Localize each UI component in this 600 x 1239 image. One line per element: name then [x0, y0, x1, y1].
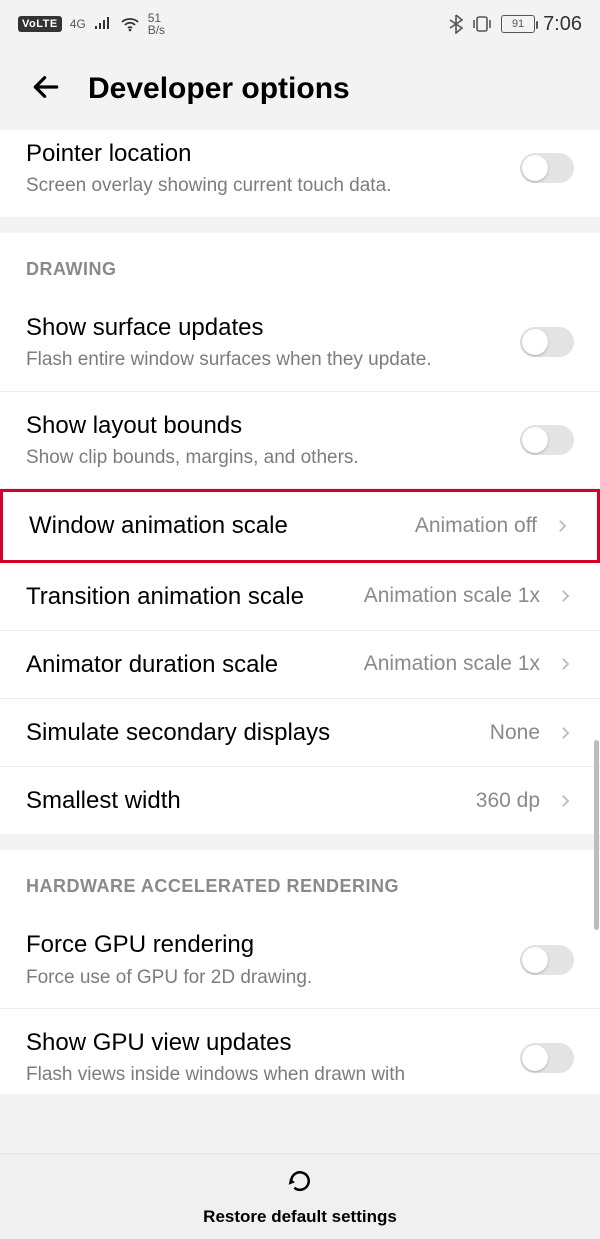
battery-indicator: 91: [501, 15, 535, 33]
chevron-right-icon: [556, 587, 574, 605]
setting-window-animation-scale[interactable]: Window animation scale Animation off: [0, 489, 600, 562]
network-type: 4G: [70, 18, 86, 30]
setting-title: Show GPU view updates: [26, 1027, 504, 1058]
setting-title: Pointer location: [26, 138, 504, 169]
setting-show-gpu-view-updates[interactable]: Show GPU view updates Flash views inside…: [0, 1009, 600, 1094]
restore-label: Restore default settings: [203, 1207, 397, 1227]
setting-title: Force GPU rendering: [26, 929, 504, 960]
restore-icon: [285, 1166, 315, 1201]
section-header-hardware: HARDWARE ACCELERATED RENDERING: [0, 850, 600, 911]
vibrate-icon: [471, 15, 493, 33]
status-bar: VoLTE 4G 51 B/s 91 7:06: [0, 0, 600, 48]
section-divider: [0, 217, 600, 233]
speed-unit: B/s: [148, 24, 165, 36]
setting-title: Show surface updates: [26, 312, 504, 343]
setting-smallest-width[interactable]: Smallest width 360 dp: [0, 767, 600, 834]
setting-pointer-location-partial: Pointer location Screen overlay showing …: [0, 130, 600, 217]
toggle-switch[interactable]: [520, 1043, 574, 1073]
chevron-right-icon: [556, 655, 574, 673]
bluetooth-icon: [449, 14, 463, 34]
setting-value: Animation scale 1x: [364, 584, 540, 608]
setting-value: Animation off: [415, 514, 537, 538]
setting-title: Show layout bounds: [26, 410, 504, 441]
setting-show-surface-updates[interactable]: Show surface updates Flash entire window…: [0, 294, 600, 392]
setting-show-layout-bounds[interactable]: Show layout bounds Show clip bounds, mar…: [0, 392, 600, 490]
scrollbar[interactable]: [594, 740, 599, 930]
toggle-switch[interactable]: [520, 327, 574, 357]
setting-animator-duration-scale[interactable]: Animator duration scale Animation scale …: [0, 631, 600, 699]
setting-pointer-location[interactable]: Pointer location Screen overlay showing …: [0, 130, 600, 217]
page-title: Developer options: [88, 72, 350, 106]
setting-subtitle: Show clip bounds, margins, and others.: [26, 445, 504, 471]
setting-subtitle: Force use of GPU for 2D drawing.: [26, 965, 504, 991]
network-speed: 51 B/s: [148, 12, 165, 36]
restore-defaults-button[interactable]: Restore default settings: [0, 1153, 600, 1239]
setting-subtitle: Flash entire window surfaces when they u…: [26, 347, 504, 373]
toggle-switch[interactable]: [520, 425, 574, 455]
setting-subtitle: Screen overlay showing current touch dat…: [26, 173, 504, 199]
setting-subtitle: Flash views inside windows when drawn wi…: [26, 1062, 504, 1088]
volte-badge: VoLTE: [18, 16, 62, 32]
battery-percent: 91: [512, 18, 524, 30]
chevron-right-icon: [556, 724, 574, 742]
app-header: Developer options: [0, 48, 600, 130]
section-drawing: DRAWING Show surface updates Flash entir…: [0, 233, 600, 835]
setting-title: Transition animation scale: [26, 581, 348, 612]
setting-value: 360 dp: [476, 789, 540, 813]
back-arrow-icon[interactable]: [30, 71, 62, 108]
chevron-right-icon: [553, 517, 571, 535]
setting-title: Simulate secondary displays: [26, 717, 474, 748]
clock: 7:06: [543, 13, 582, 36]
toggle-switch[interactable]: [520, 153, 574, 183]
setting-title: Window animation scale: [29, 510, 399, 541]
setting-transition-animation-scale[interactable]: Transition animation scale Animation sca…: [0, 563, 600, 631]
mobile-network-indicator: 4G: [70, 18, 86, 30]
section-divider: [0, 834, 600, 850]
toggle-switch[interactable]: [520, 945, 574, 975]
setting-simulate-secondary-displays[interactable]: Simulate secondary displays None: [0, 699, 600, 767]
setting-value: None: [490, 721, 540, 745]
section-hardware-accelerated: HARDWARE ACCELERATED RENDERING Force GPU…: [0, 850, 600, 1094]
chevron-right-icon: [556, 792, 574, 810]
section-header-drawing: DRAWING: [0, 233, 600, 294]
setting-value: Animation scale 1x: [364, 652, 540, 676]
wifi-icon: [120, 16, 140, 32]
setting-force-gpu-rendering[interactable]: Force GPU rendering Force use of GPU for…: [0, 911, 600, 1009]
setting-title: Smallest width: [26, 785, 460, 816]
signal-icon: [94, 17, 112, 31]
setting-title: Animator duration scale: [26, 649, 348, 680]
